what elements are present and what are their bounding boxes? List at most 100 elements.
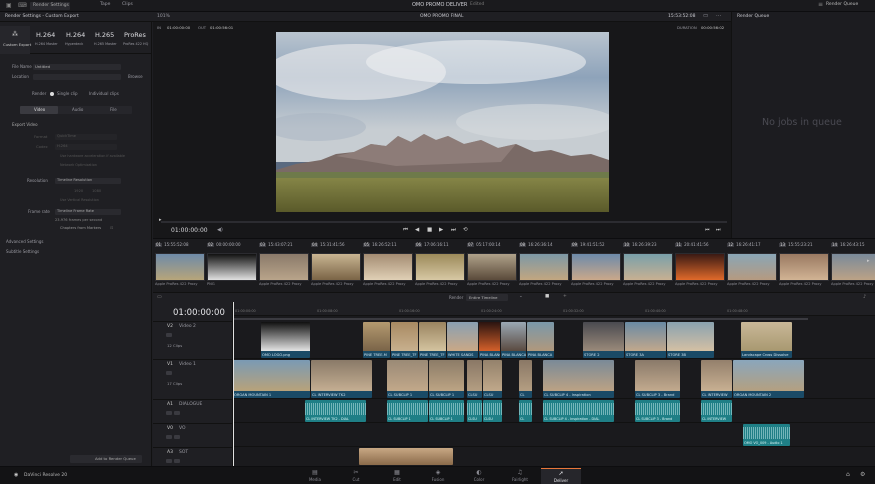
advanced-settings-toggle[interactable]: Advanced Settings [6,240,43,244]
reverse-icon[interactable]: ◀ [415,227,419,234]
video-clip[interactable]: CLSU [483,360,502,398]
strip-clip-thumbnail[interactable] [207,253,257,281]
track-mute-icon[interactable] [166,459,172,463]
video-clip[interactable]: PINA BLANCA [479,322,500,358]
add-icon[interactable]: + [563,294,567,300]
export-video-label[interactable]: Export Video [12,123,38,127]
preset-custom[interactable]: ⁂ Custom Export [0,26,31,54]
timeline-playhead[interactable] [233,302,234,466]
chevron-down-icon[interactable]: ⌄ [519,294,523,300]
video-clip[interactable]: CL SUBCLIP 1 [387,360,428,398]
render-settings-tab[interactable]: Render Settings [30,2,70,10]
audio-icon[interactable]: ◀) [217,228,223,233]
timeline-ruler[interactable]: 01:00:00:00 01:00:08:00 01:00:16:00 01:00:2… [233,302,875,316]
monitor-icon[interactable]: ⌨ [18,3,27,9]
video-clip[interactable]: CL SUBCLIP 3 - Brand [635,360,680,398]
page-button-fairlight[interactable]: ♫ Fairlight [500,468,540,484]
last-frame-icon[interactable]: ⏭ [451,227,456,234]
video-clip[interactable]: ORGAN MOUNTAIN 2 [733,360,804,398]
video-clip[interactable]: WHITE SANDS [447,322,478,358]
single-clip-radio[interactable] [50,92,54,96]
audio-meter-icon[interactable]: ♪ [863,295,866,300]
strip-clip-thumbnail[interactable] [623,253,673,281]
browse-button[interactable]: Browse [128,75,143,79]
track-header-a3[interactable]: A3 SOT [153,447,233,466]
page-button-edit[interactable]: ▦ Edit [377,468,417,484]
track-header-v2[interactable]: V2 Video 2 12 Clips [153,321,233,359]
video-clip[interactable]: CL INTERVIEW [701,360,732,398]
track-mute-icon[interactable] [166,411,172,415]
resolution-select[interactable]: Timeline Resolution [55,178,121,184]
strip-clip-thumbnail[interactable] [779,253,829,281]
preset-h265-master[interactable]: H.265 H.265 Master [92,26,122,54]
audio-clip[interactable]: CL INTERVIEW [701,400,732,422]
format-select[interactable]: QuickTime [55,134,117,140]
stop-render-icon[interactable]: ■ [545,294,549,300]
page-button-media[interactable]: ▤ Media [295,468,335,484]
video-clip[interactable]: STORE 2 [583,322,624,358]
strip-clip-thumbnail[interactable] [415,253,465,281]
stop-icon[interactable]: ■ [427,227,432,234]
track-solo-icon[interactable] [174,459,180,463]
video-clip[interactable]: ORGAN MOUNTAIN 1 [233,360,310,398]
track-mute-icon[interactable] [166,435,172,439]
page-button-fusion[interactable]: ◈ Fusion [418,468,458,484]
audio-clip[interactable]: CL SUBCLIP 3 - Brand [635,400,680,422]
tab-video[interactable]: Video [20,106,58,114]
video-clip[interactable]: OMO LOGO.png [261,322,310,358]
loop-icon[interactable]: ⟲ [463,227,468,234]
first-frame-icon[interactable]: ⏮ [403,227,408,234]
preset-prores[interactable]: ProRes ProRes 422 HQ [122,26,152,54]
video-clip[interactable]: PINA BLANCA [527,322,554,358]
tape-menu[interactable]: Tape [100,2,110,8]
playhead-marker[interactable]: ▸ [159,218,162,223]
video-clip[interactable]: CL [519,360,532,398]
track-solo-icon[interactable] [174,411,180,415]
audio-clip[interactable]: OMO VO_009 - Audio 1 [743,424,790,446]
viewer-scrubber[interactable] [161,221,727,223]
preset-hyperdeck[interactable]: H.264 Hyperdeck [62,26,92,54]
track-header-vo[interactable]: V0 VO [153,423,233,447]
menu-dots-icon[interactable]: ⋯ [716,13,722,20]
clips-menu[interactable]: Clips [122,2,133,8]
timeline-name[interactable]: OMO PROMO FINAL [420,14,464,20]
codec-select[interactable]: H.264 [55,144,117,150]
video-clip[interactable]: PINA BLANCA [501,322,526,358]
tab-file[interactable]: File [110,108,117,112]
vertical-res-option[interactable]: Use Vertical Resolution [60,198,99,202]
strip-clip-thumbnail[interactable] [155,253,205,281]
page-button-deliver[interactable]: ➚ Deliver [541,468,581,484]
audio-clip[interactable]: CLSU [483,400,502,422]
strip-clip-thumbnail[interactable] [363,253,413,281]
audio-clip[interactable]: CL INTERVIEW TK2 - DIAL [305,400,366,422]
video-clip[interactable]: STORE 3A [625,322,666,358]
page-button-color[interactable]: ◐ Color [459,468,499,484]
subtitle-settings-toggle[interactable]: Subtitle Settings [6,250,39,254]
timeline-area[interactable]: 01:00:00:00 01:00:08:00 01:00:16:00 01:00:2… [233,302,875,466]
video-clip[interactable]: PINE TREE_TF [391,322,418,358]
strip-clip-thumbnail[interactable] [675,253,725,281]
video-clip[interactable]: CL SUBCLIP 4 - Inspiration [543,360,614,398]
video-clip[interactable]: Landscape Cross Dissolve [741,322,792,358]
audio-clip[interactable]: CL SUBCLIP 1 [387,400,428,422]
strip-clip-thumbnail[interactable] [519,253,569,281]
settings-icon[interactable]: ⚙ [860,472,865,478]
video-clip[interactable]: PINE TREE_TF [419,322,446,358]
timeline-view-icon[interactable]: ▭ [157,295,162,300]
prev-marker-icon[interactable]: ⏮ [705,228,710,233]
filename-input[interactable]: Untitled [33,64,121,70]
render-queue-menu[interactable]: Render Queue [826,2,858,8]
track-lock-icon[interactable] [166,333,172,337]
strip-scroll-right-icon[interactable]: ▸ [867,259,870,264]
track-header-v1[interactable]: V1 Video 1 17 Clips [153,359,233,399]
track-solo-icon[interactable] [174,435,180,439]
audio-clip[interactable]: CL SUBCLIP 4 - Inspiration - DIAL [543,400,614,422]
video-clip[interactable]: CLSU [467,360,482,398]
next-marker-icon[interactable]: ⏭ [716,228,721,233]
add-to-queue-button[interactable]: Add to Render Queue [70,455,142,463]
page-button-cut[interactable]: ✂ Cut [336,468,376,484]
audio-clip[interactable]: CL SUBCLIP 1 [429,400,464,422]
preset-h264-master[interactable]: H.264 H.264 Master [32,26,62,54]
strip-clip-thumbnail[interactable] [311,253,361,281]
track-header-a1[interactable]: A1 DIALOGUE [153,399,233,423]
